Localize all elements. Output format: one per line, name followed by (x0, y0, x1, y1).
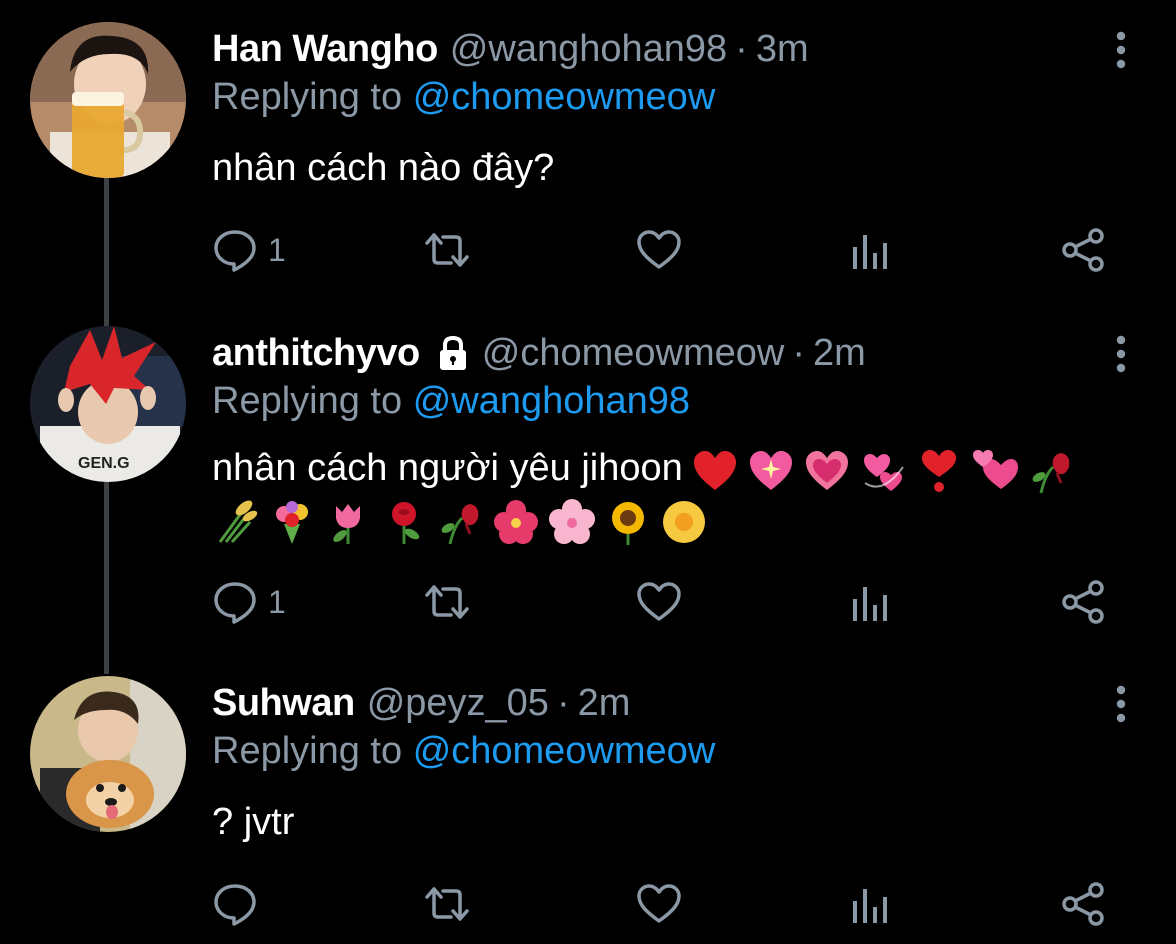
replying-prefix: Replying to (212, 380, 403, 422)
cherry-blossom-emoji (549, 499, 595, 544)
separator-dot: · (792, 331, 805, 374)
avatar[interactable] (30, 22, 186, 178)
like-icon (637, 582, 681, 621)
thread-line-1 (104, 176, 109, 326)
action-bar: 1 (212, 578, 1112, 626)
timestamp[interactable]: 2m (578, 682, 631, 725)
more-icon[interactable] (1114, 334, 1128, 374)
display-name[interactable]: Han Wangho (212, 28, 438, 71)
user-handle[interactable]: @chomeowmeow (482, 332, 785, 375)
analytics-button[interactable] (848, 880, 894, 928)
more-icon[interactable] (1114, 30, 1128, 70)
action-bar (212, 880, 1112, 928)
reply-icon (214, 230, 256, 272)
reply-button[interactable]: 1 (212, 226, 286, 274)
thread-line-2 (104, 478, 109, 674)
lock-icon (439, 335, 466, 370)
wilted-flower-emoji (1032, 452, 1070, 494)
mention-link[interactable]: @chomeowmeow (413, 730, 716, 772)
wilted-flower-emoji (441, 504, 479, 545)
tweet-text: nhân cách nào đây? (212, 147, 555, 189)
tweet-text: nhân cách người yêu jihoon (212, 447, 683, 489)
share-button[interactable] (1060, 226, 1106, 274)
avatar-image (30, 22, 186, 178)
analytics-icon (853, 235, 887, 269)
analytics-icon (853, 587, 887, 621)
analytics-button[interactable] (848, 226, 894, 274)
replying-to: Replying to @chomeowmeow (212, 76, 715, 119)
hibiscus-emoji (494, 500, 538, 544)
emoji-row-1 (691, 447, 1075, 495)
avatar-image: GEN.G (30, 326, 186, 482)
retweet-icon (425, 887, 469, 921)
separator-dot: · (556, 681, 570, 724)
replying-to: Replying to @chomeowmeow (212, 730, 715, 773)
like-icon (637, 884, 681, 923)
sunflower-emoji (612, 502, 644, 545)
tweet-text-block: nhân cách người yêu jihoon (212, 440, 1112, 546)
retweet-icon (425, 585, 469, 619)
tweet-text: ? jvtr (212, 801, 295, 843)
tulip-emoji (333, 504, 360, 544)
rose-emoji (392, 502, 420, 544)
analytics-button[interactable] (848, 578, 894, 626)
heart-exclamation-emoji (921, 449, 956, 492)
share-button[interactable] (1060, 578, 1106, 626)
display-name[interactable]: Suhwan (212, 682, 355, 725)
share-icon (1062, 882, 1104, 926)
reply-button[interactable] (212, 880, 268, 928)
action-bar: 1 (212, 226, 1112, 274)
share-icon (1062, 580, 1104, 624)
retweet-button[interactable] (424, 226, 470, 274)
separator-dot: · (735, 27, 748, 70)
like-button[interactable] (636, 578, 682, 626)
retweet-button[interactable] (424, 880, 470, 928)
sheaf-of-rice-emoji (218, 500, 258, 544)
revolving-hearts-emoji (863, 453, 904, 491)
bouquet-emoji (276, 501, 308, 544)
retweet-button[interactable] (424, 578, 470, 626)
share-icon (1062, 228, 1104, 272)
sparkling-heart-emoji (749, 450, 792, 490)
svg-text:GEN.G: GEN.G (78, 455, 130, 472)
user-handle[interactable]: @wanghohan98 (450, 28, 727, 71)
mention-link[interactable]: @wanghohan98 (413, 380, 690, 422)
reply-icon (214, 884, 256, 926)
like-icon (637, 230, 681, 269)
share-button[interactable] (1060, 880, 1106, 928)
reply-button[interactable]: 1 (212, 578, 286, 626)
timestamp[interactable]: 2m (813, 332, 866, 375)
avatar-image (30, 676, 186, 832)
emoji-row-2 (212, 498, 1112, 546)
replying-to: Replying to @wanghohan98 (212, 380, 690, 423)
reply-count: 1 (268, 583, 286, 620)
reply-count: 1 (268, 231, 286, 268)
timestamp[interactable]: 3m (756, 28, 809, 71)
mention-link[interactable]: @chomeowmeow (413, 76, 716, 118)
replying-prefix: Replying to (212, 76, 403, 118)
growing-heart-emoji (805, 450, 848, 490)
two-hearts-emoji (972, 449, 1018, 489)
analytics-icon (853, 889, 887, 923)
red-heart-emoji (693, 450, 736, 490)
user-handle[interactable]: @peyz_05 (367, 682, 549, 725)
reply-icon (214, 582, 256, 624)
display-name[interactable]: anthitchyvo (212, 332, 420, 375)
like-button[interactable] (636, 226, 682, 274)
avatar[interactable]: GEN.G (30, 326, 186, 482)
like-button[interactable] (636, 880, 682, 928)
retweet-icon (425, 233, 469, 267)
more-icon[interactable] (1114, 684, 1128, 724)
replying-prefix: Replying to (212, 730, 403, 772)
avatar[interactable] (30, 676, 186, 832)
blossom-emoji (663, 501, 705, 543)
